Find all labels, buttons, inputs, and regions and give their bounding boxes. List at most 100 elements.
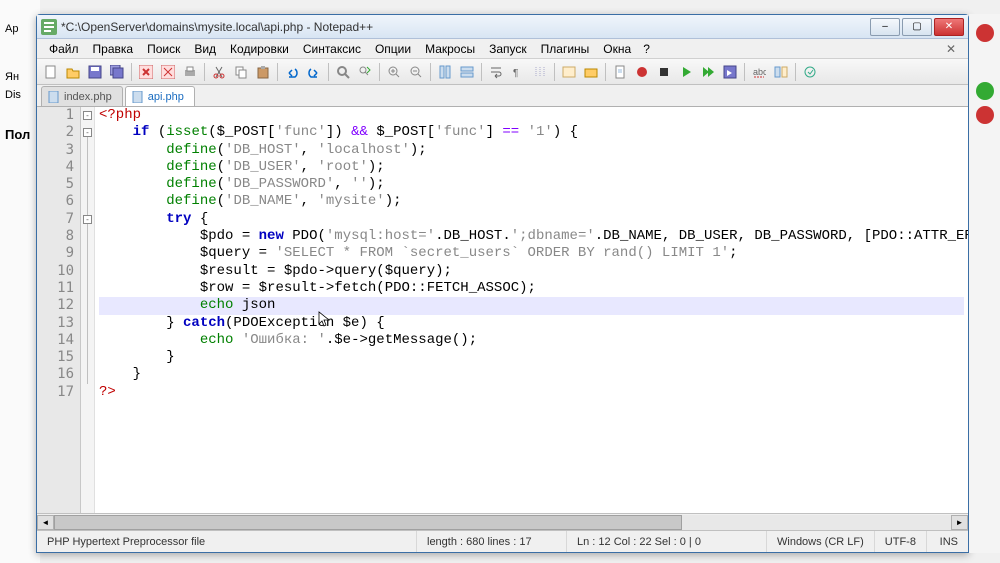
tab-index[interactable]: index.php (41, 86, 123, 106)
tab-label: api.php (148, 91, 184, 103)
toolbar-separator (328, 63, 329, 81)
paste-button[interactable] (253, 62, 273, 82)
menu-plugins[interactable]: Плагины (535, 40, 596, 58)
status-position: Ln : 12 Col : 22 Sel : 0 | 0 (567, 531, 767, 552)
sync-v-button[interactable] (435, 62, 455, 82)
menu-settings[interactable]: Опции (369, 40, 417, 58)
save-button[interactable] (85, 62, 105, 82)
scrollbar-thumb[interactable] (54, 515, 682, 530)
browser-left-strip: Ap Ян Dis Пол (0, 0, 40, 563)
find-button[interactable] (333, 62, 353, 82)
cut-button[interactable] (209, 62, 229, 82)
file-icon (132, 91, 144, 103)
zoom-out-button[interactable] (406, 62, 426, 82)
folder-view-button[interactable] (581, 62, 601, 82)
horizontal-scrollbar[interactable]: ◄ ► (37, 513, 968, 530)
outer-right-strip (969, 14, 1000, 553)
toolbar-separator (605, 63, 606, 81)
fold-column: - - - (81, 107, 95, 513)
undo-button[interactable] (282, 62, 302, 82)
stop-macro-button[interactable] (654, 62, 674, 82)
new-file-button[interactable] (41, 62, 61, 82)
menu-help[interactable]: ? (639, 40, 654, 58)
redo-button[interactable] (304, 62, 324, 82)
svg-text:¶: ¶ (513, 68, 518, 79)
menu-run[interactable]: Запуск (483, 40, 533, 58)
toolbar-separator (744, 63, 745, 81)
menubar: Файл Правка Поиск Вид Кодировки Синтакси… (37, 39, 968, 59)
fold-line (87, 137, 88, 215)
toolbar-separator (430, 63, 431, 81)
toolbar-separator (554, 63, 555, 81)
tab-bar: index.php api.php (37, 85, 968, 107)
menu-window[interactable]: Окна (597, 40, 637, 58)
print-button[interactable] (180, 62, 200, 82)
zoom-in-button[interactable] (384, 62, 404, 82)
menu-view[interactable]: Вид (188, 40, 222, 58)
status-filetype: PHP Hypertext Preprocessor file (37, 531, 417, 552)
titlebar[interactable]: *C:\OpenServer\domains\mysite.local\api.… (37, 15, 968, 39)
indent-guide-button[interactable] (530, 62, 550, 82)
outer-item: Пол (5, 127, 30, 142)
menu-language[interactable]: Синтаксис (297, 40, 367, 58)
indicator-icon (976, 82, 994, 100)
close-document-button[interactable]: ✕ (940, 40, 962, 58)
tab-api[interactable]: api.php (125, 86, 195, 106)
menu-macro[interactable]: Макросы (419, 40, 481, 58)
outer-item: Dis (5, 89, 21, 101)
minimize-button[interactable]: – (870, 18, 900, 36)
editor-area[interactable]: 1234567891011121314151617 - - - <?php if… (37, 107, 968, 513)
outer-item: Ян (5, 71, 19, 83)
status-eol: Windows (CR LF) (767, 531, 875, 552)
tab-label: index.php (64, 91, 112, 103)
copy-button[interactable] (231, 62, 251, 82)
fold-toggle[interactable]: - (83, 128, 92, 137)
record-macro-button[interactable] (632, 62, 652, 82)
play-macro-button[interactable] (676, 62, 696, 82)
notepadpp-window: *C:\OpenServer\domains\mysite.local\api.… (36, 14, 969, 553)
toolbar-separator (277, 63, 278, 81)
compare-button[interactable] (771, 62, 791, 82)
close-button[interactable]: ✕ (934, 18, 964, 36)
replace-button[interactable] (355, 62, 375, 82)
window-title: *C:\OpenServer\domains\mysite.local\api.… (61, 20, 870, 34)
menu-file[interactable]: Файл (43, 40, 85, 58)
close-file-button[interactable] (136, 62, 156, 82)
spellcheck-button[interactable]: abc (749, 62, 769, 82)
status-encoding: UTF-8 (875, 531, 927, 552)
func-list-button[interactable] (559, 62, 579, 82)
indicator-icon (976, 24, 994, 42)
status-mode: INS (930, 531, 968, 552)
fold-toggle[interactable]: - (83, 111, 92, 120)
code-content[interactable]: <?php if (isset($_POST['func']) && $_POS… (95, 107, 968, 513)
save-macro-button[interactable] (720, 62, 740, 82)
outer-item: Ap (5, 23, 18, 35)
fold-toggle[interactable]: - (83, 215, 92, 224)
svg-text:abc: abc (753, 67, 766, 77)
indicator-icon (976, 106, 994, 124)
wordwrap-button[interactable] (486, 62, 506, 82)
toolbar-separator (481, 63, 482, 81)
maximize-button[interactable]: ▢ (902, 18, 932, 36)
scroll-right-button[interactable]: ► (951, 515, 968, 530)
save-all-button[interactable] (107, 62, 127, 82)
scrollbar-track[interactable] (54, 515, 951, 530)
toolbar-separator (204, 63, 205, 81)
menu-encoding[interactable]: Кодировки (224, 40, 295, 58)
line-number-gutter: 1234567891011121314151617 (37, 107, 81, 513)
scroll-left-button[interactable]: ◄ (37, 515, 54, 530)
open-file-button[interactable] (63, 62, 83, 82)
toolbar-separator (131, 63, 132, 81)
menu-search[interactable]: Поиск (141, 40, 186, 58)
fold-line (87, 224, 88, 384)
toolbar: ¶ abc (37, 59, 968, 85)
show-symbol-button[interactable] (800, 62, 820, 82)
toolbar-separator (379, 63, 380, 81)
status-length: length : 680 lines : 17 (417, 531, 567, 552)
show-all-chars-button[interactable]: ¶ (508, 62, 528, 82)
close-all-button[interactable] (158, 62, 178, 82)
play-multi-button[interactable] (698, 62, 718, 82)
sync-h-button[interactable] (457, 62, 477, 82)
menu-edit[interactable]: Правка (87, 40, 140, 58)
doc-map-button[interactable] (610, 62, 630, 82)
